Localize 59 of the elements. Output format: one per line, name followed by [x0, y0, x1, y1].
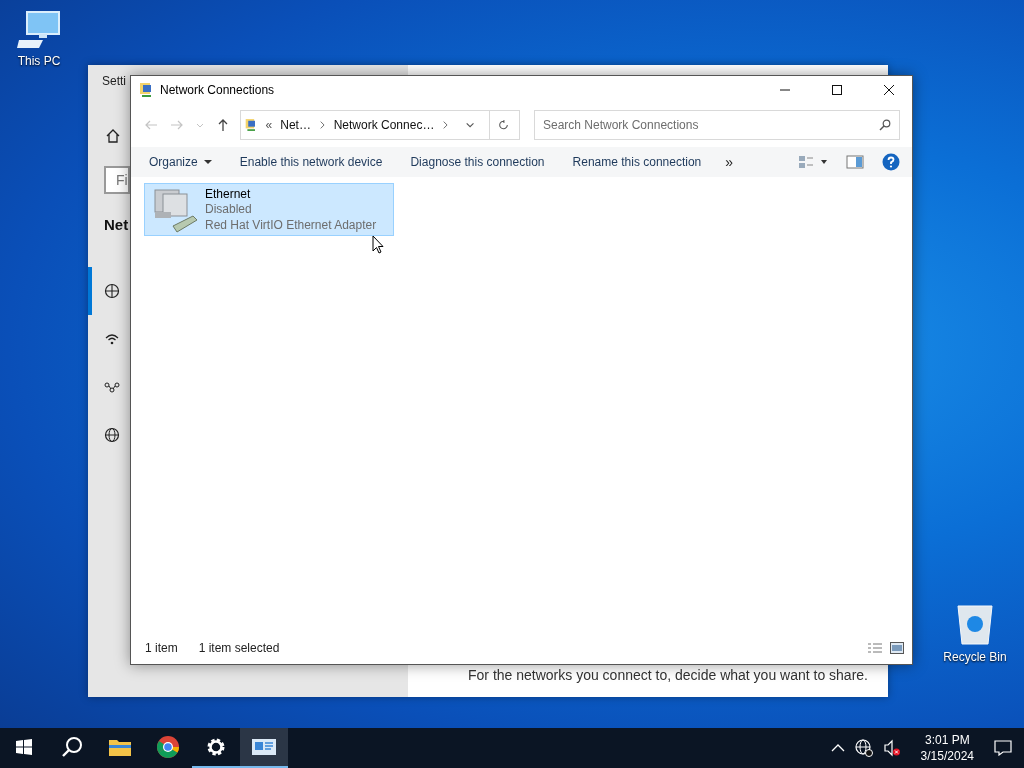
path-overflow[interactable]: « — [265, 118, 273, 132]
address-bar[interactable]: « Net… Network Connec… — [240, 110, 520, 140]
chevron-icon[interactable] — [442, 120, 450, 130]
preview-pane-icon[interactable] — [846, 155, 864, 169]
adapter-name: Red Hat VirtIO Ethernet Adapter — [205, 216, 377, 233]
search-icon — [61, 736, 83, 758]
up-arrow-icon[interactable] — [216, 118, 230, 132]
more-commands-button[interactable]: » — [719, 152, 740, 172]
breadcrumb[interactable]: Net… — [280, 118, 311, 132]
breadcrumb[interactable]: Network Connec… — [333, 118, 435, 132]
notifications-icon[interactable] — [994, 740, 1012, 756]
clock-date[interactable]: 3/15/2024 — [920, 748, 974, 764]
desktop-icon-label[interactable]: Recycle Bin — [943, 650, 1007, 664]
computer-icon[interactable] — [17, 10, 61, 50]
toolbar-button[interactable]: Organize — [139, 151, 222, 173]
home-icon[interactable] — [105, 128, 121, 144]
browser-icon — [156, 735, 180, 759]
view-options-icon[interactable] — [798, 155, 828, 169]
chevron-icon[interactable] — [318, 120, 326, 130]
window-title: Setti — [102, 74, 126, 88]
refresh-icon[interactable] — [498, 118, 510, 132]
toolbar-button[interactable]: Enable this network device — [229, 151, 393, 173]
large-icons-view-icon[interactable] — [890, 642, 904, 654]
search-icon — [879, 119, 891, 131]
search-field[interactable]: Fi — [104, 166, 130, 194]
clock-time[interactable]: 3:01 PM — [924, 732, 970, 748]
globe-icon — [104, 283, 120, 299]
item-count: 1 item — [145, 641, 178, 655]
recycle-bin-icon[interactable] — [955, 602, 995, 646]
toolbar-button[interactable]: Rename this connection — [562, 151, 712, 173]
globe-icon[interactable] — [854, 739, 873, 757]
windows-logo-icon — [16, 739, 32, 755]
mouse-cursor-icon — [372, 235, 384, 254]
search-field[interactable]: Search Network Connections — [534, 110, 900, 140]
section-heading: Net — [104, 216, 129, 233]
folder-icon — [108, 737, 132, 757]
wifi-icon — [104, 331, 120, 347]
network-folder-icon — [138, 82, 154, 98]
help-icon[interactable] — [882, 153, 900, 171]
selection-count: 1 item selected — [198, 641, 280, 655]
caret-icon — [203, 159, 212, 165]
connection-name: Ethernet — [205, 186, 252, 201]
gear-icon — [205, 736, 227, 758]
chevron-up-icon[interactable] — [830, 743, 845, 753]
desktop-icon-label[interactable]: This PC — [17, 54, 61, 68]
connection-status: Disabled — [205, 200, 253, 217]
toolbar-button[interactable]: Diagnose this connection — [400, 151, 555, 173]
connection-item[interactable]: Ethernet Disabled Red Hat VirtIO Ethernet Adapter — [144, 183, 394, 236]
maximize-icon — [831, 84, 843, 96]
network-window-icon — [251, 737, 277, 757]
body-text: For the networks you connect to, decide what you want to share. — [468, 667, 868, 683]
muted-speaker-icon[interactable] — [882, 739, 901, 757]
globe-icon — [104, 427, 120, 443]
dropdown-caret-icon[interactable] — [465, 120, 476, 130]
window-title: Network Connections — [160, 83, 275, 97]
network-folder-icon — [244, 117, 258, 133]
close-icon — [883, 84, 895, 96]
taskbar-button[interactable] — [240, 728, 288, 768]
link-icon — [104, 379, 120, 395]
